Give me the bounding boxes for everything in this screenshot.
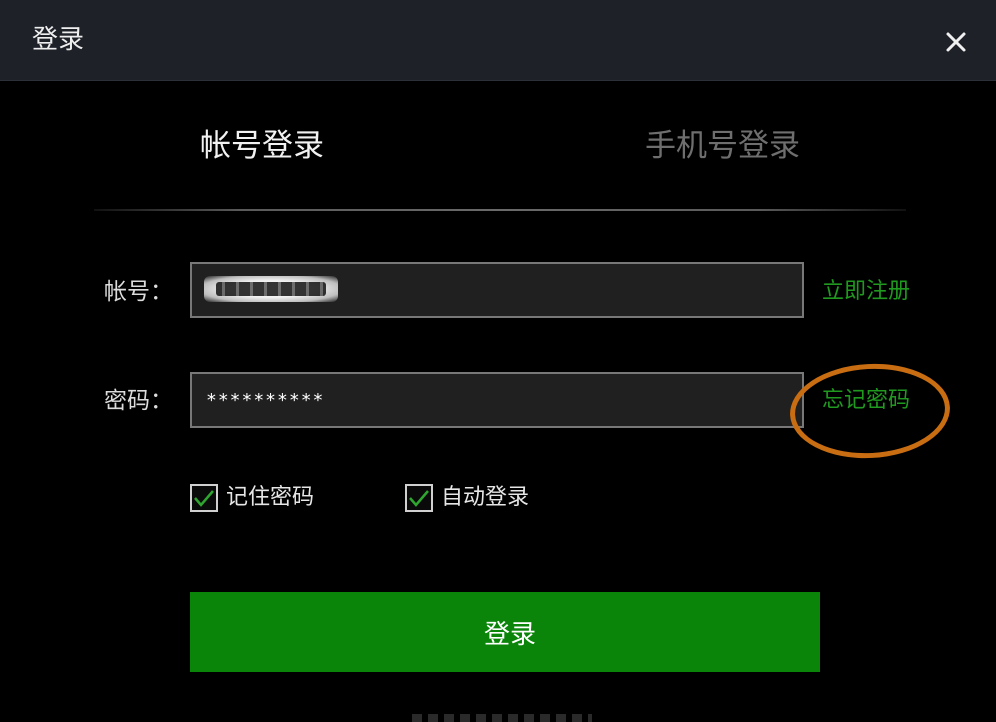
- redaction-scribble: [216, 282, 326, 296]
- login-dialog: 登录 帐号登录 手机号登录 帐号： 立即注册 密码： 忘记密码 记住密码: [0, 0, 996, 722]
- checkmark-icon: [409, 490, 429, 507]
- password-label: 密码：: [104, 388, 173, 414]
- redaction-mask: [820, 590, 880, 674]
- login-button-label: 登录: [483, 619, 536, 650]
- checkmark-icon: [194, 490, 214, 507]
- close-icon: [946, 32, 966, 52]
- auto-login-label: 自动登录: [441, 485, 530, 510]
- remember-password-checkbox[interactable]: [190, 484, 218, 512]
- cropped-text-fragment: [412, 714, 592, 722]
- tab-account-login[interactable]: 帐号登录: [200, 126, 324, 166]
- auto-login-checkbox[interactable]: [405, 484, 433, 512]
- login-button[interactable]: 登录: [190, 592, 830, 672]
- password-field[interactable]: [206, 374, 786, 426]
- close-button[interactable]: [934, 22, 978, 62]
- account-field[interactable]: [190, 262, 804, 318]
- annotation-highlight-circle: [787, 359, 953, 463]
- tab-phone-login[interactable]: 手机号登录: [645, 126, 800, 166]
- remember-password-label: 记住密码: [226, 485, 315, 510]
- account-label: 帐号：: [104, 279, 173, 305]
- auto-login-option[interactable]: 自动登录: [405, 483, 529, 513]
- dialog-title: 登录: [32, 25, 85, 55]
- register-link[interactable]: 立即注册: [822, 277, 910, 307]
- password-field-box: [190, 372, 804, 428]
- title-bar: 登录: [0, 0, 996, 81]
- remember-password-option[interactable]: 记住密码: [190, 483, 314, 513]
- tab-divider: [94, 209, 906, 211]
